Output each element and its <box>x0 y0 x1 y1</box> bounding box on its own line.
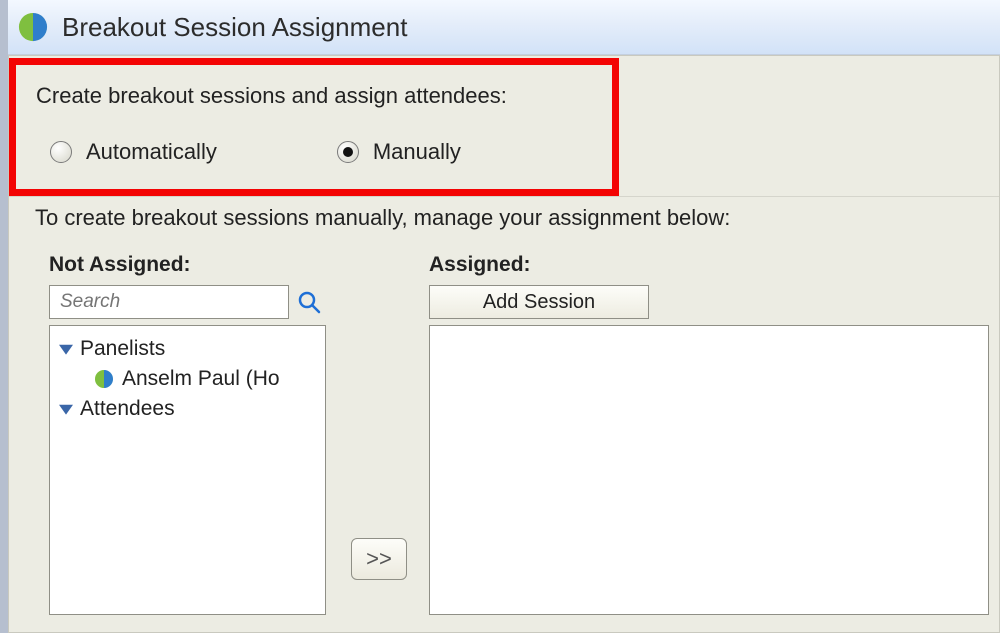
tree-group-label: Panelists <box>76 337 165 361</box>
not-assigned-list[interactable]: Panelists Anselm Paul (Ho <box>49 325 326 615</box>
dialog-window: Breakout Session Assignment Create break… <box>0 0 1000 633</box>
assignment-columns: Not Assigned: Panelists <box>9 253 999 615</box>
radio-group: Automatically Manually <box>36 139 592 165</box>
radio-label-manual: Manually <box>373 139 461 165</box>
transfer-column: >> <box>339 253 429 615</box>
window-title: Breakout Session Assignment <box>62 12 407 43</box>
mode-selection-box: Create breakout sessions and assign atte… <box>9 58 619 196</box>
chevron-down-icon <box>56 342 76 356</box>
tree-group-label: Attendees <box>76 397 175 421</box>
radio-manually[interactable]: Manually <box>337 139 461 165</box>
tree-item-panelist[interactable]: Anselm Paul (Ho <box>56 364 325 394</box>
tree-group-attendees[interactable]: Attendees <box>56 394 325 424</box>
radio-icon-selected <box>337 141 359 163</box>
chevron-down-icon <box>56 402 76 416</box>
tree-group-panelists[interactable]: Panelists <box>56 334 325 364</box>
dialog-body: Create breakout sessions and assign atte… <box>8 55 1000 633</box>
radio-automatically[interactable]: Automatically <box>50 139 217 165</box>
radio-icon <box>50 141 72 163</box>
assigned-header: Assigned: <box>429 253 999 277</box>
not-assigned-column: Not Assigned: Panelists <box>49 253 339 615</box>
app-icon <box>18 12 48 42</box>
assigned-list[interactable] <box>429 325 989 615</box>
assigned-column: Assigned: Add Session <box>429 253 999 615</box>
search-input[interactable] <box>49 285 289 319</box>
tree-item-label: Anselm Paul (Ho <box>122 367 280 391</box>
radio-label-auto: Automatically <box>86 139 217 165</box>
instruction-text: To create breakout sessions manually, ma… <box>9 196 999 231</box>
move-right-button[interactable]: >> <box>351 538 407 580</box>
mode-selection-heading: Create breakout sessions and assign atte… <box>36 83 592 109</box>
search-icon[interactable] <box>297 290 321 314</box>
globe-icon <box>94 369 114 389</box>
search-row <box>49 285 339 319</box>
not-assigned-header: Not Assigned: <box>49 253 339 277</box>
add-session-button[interactable]: Add Session <box>429 285 649 319</box>
titlebar: Breakout Session Assignment <box>8 0 1000 55</box>
